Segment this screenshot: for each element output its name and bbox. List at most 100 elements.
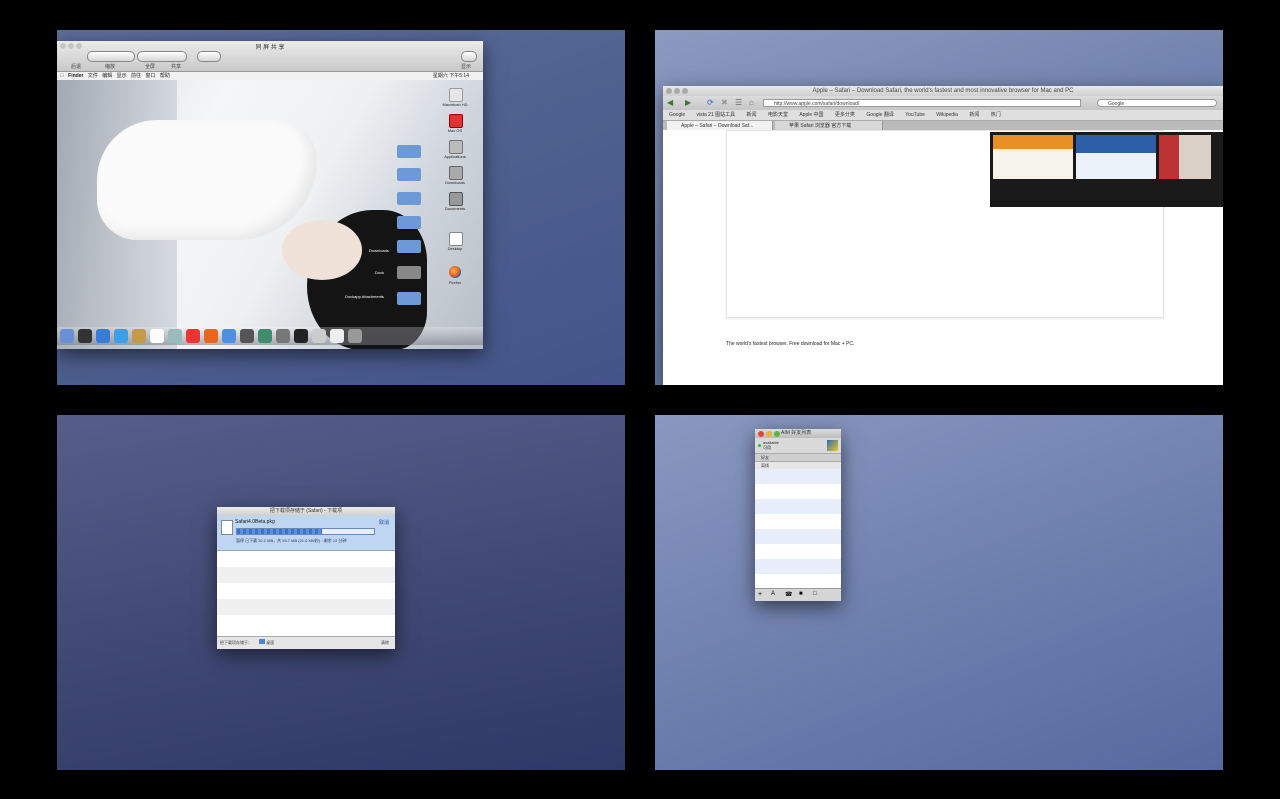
bookmark-item[interactable]: Google [669, 112, 685, 118]
top-site-thumbnail[interactable] [993, 135, 1073, 179]
group-header[interactable]: 好友 [755, 453, 841, 461]
stack-label: Dockapp Attachments [345, 294, 384, 299]
download-cancel-button[interactable]: 取消 [379, 519, 389, 526]
bookmark-item[interactable]: 新闻 [969, 112, 979, 118]
back-icon[interactable]: ◀ [667, 98, 673, 107]
zoom-button-group[interactable] [137, 51, 187, 62]
close-icon[interactable] [758, 431, 764, 437]
finder-icon[interactable] [60, 329, 74, 343]
reload-icon[interactable]: ⟳ [707, 98, 714, 107]
drive-icon[interactable] [449, 192, 463, 206]
downloads-stack-icon[interactable] [312, 329, 326, 343]
drive-icon[interactable] [449, 166, 463, 180]
space-3[interactable]: 把下载项存储于 (Safari) - 下载项 Safari4.0Beta.pkg… [57, 415, 625, 770]
menu-window[interactable]: 窗口 [145, 73, 155, 79]
bookmark-item[interactable]: YouTube [905, 112, 925, 118]
remote-desktop[interactable]: Macintosh HD Mac OS Applications Downloa… [57, 80, 483, 349]
menu-app[interactable]: Finder [68, 73, 83, 79]
share-button[interactable] [197, 51, 221, 62]
bookmark-item[interactable]: 新闻 [747, 112, 757, 118]
screen-sharing-window[interactable]: 同 屏 共 享 后退 缩放 全屏 共享 显示  Finder 文件 编辑 显示… [57, 41, 483, 349]
bookmark-item[interactable]: Google 翻译 [866, 112, 894, 118]
space-2[interactable]: Apple – Safari – Download Safari, the wo… [655, 30, 1223, 385]
home-icon[interactable]: ⌂ [749, 98, 754, 107]
space-4[interactable]: AIM 好友列表 available 可用 好友 离线 + A ☎ ■ □ [655, 415, 1223, 770]
menu-file[interactable]: 文件 [88, 73, 98, 79]
top-site-thumbnail[interactable] [1076, 135, 1156, 179]
spaces-icon[interactable] [240, 329, 254, 343]
address-book-icon[interactable] [132, 329, 146, 343]
display-button[interactable] [461, 51, 477, 62]
space-1[interactable]: 同 屏 共 享 后退 缩放 全屏 共享 显示  Finder 文件 编辑 显示… [57, 30, 625, 385]
download-item[interactable]: Safari4.0Beta.pkg 取消 暂停 已下载 32.1 MB，共 53… [217, 516, 395, 551]
downloads-window[interactable]: 把下载项存储于 (Safari) - 下载项 Safari4.0Beta.pkg… [217, 507, 395, 649]
bookmark-item[interactable]: Wikipedia [936, 112, 958, 118]
bookmark-item[interactable]: vista 21 图站工具 [697, 112, 736, 118]
menu-go[interactable]: 前往 [131, 73, 141, 79]
forward-icon[interactable]: ▶ [685, 98, 691, 107]
web-content[interactable]: The world's fastest browser. Free downlo… [663, 130, 1223, 385]
audio-chat-icon[interactable]: ☎ [785, 591, 792, 598]
drive-icon[interactable] [449, 114, 463, 128]
stack-folder-icon[interactable] [397, 216, 421, 229]
bookmarks-icon[interactable]: ☰ [735, 98, 742, 107]
bookmark-item[interactable]: 热门 [991, 112, 1001, 118]
stack-folder-icon[interactable] [397, 292, 421, 305]
minimize-icon[interactable] [766, 431, 772, 437]
group-subheader[interactable]: 离线 [755, 461, 841, 469]
safari-window[interactable]: Apple – Safari – Download Safari, the wo… [663, 86, 1223, 385]
firefox-icon[interactable] [449, 266, 461, 278]
stop-icon[interactable]: ✖ [721, 98, 728, 107]
zoom-icon[interactable] [682, 88, 688, 94]
stack-folder-icon[interactable] [397, 168, 421, 181]
safari-icon[interactable] [114, 329, 128, 343]
ical-icon[interactable] [150, 329, 164, 343]
firefox-icon[interactable] [204, 329, 218, 343]
toolbar-label-display: 显示 [461, 64, 472, 70]
top-site-thumbnail[interactable] [1159, 135, 1211, 179]
dashboard-icon[interactable] [78, 329, 92, 343]
stack-folder-icon[interactable] [397, 192, 421, 205]
activity-monitor-icon[interactable] [294, 329, 308, 343]
menu-edit[interactable]: 编辑 [102, 73, 112, 79]
screen-share-icon[interactable]: □ [813, 591, 817, 597]
stack-folder-icon[interactable] [397, 266, 421, 279]
bookmark-item[interactable]: Apple 中国 [799, 112, 823, 118]
app-store-icon[interactable] [222, 329, 236, 343]
bookmark-item[interactable]: 更多分类 [835, 112, 855, 118]
list-row [755, 514, 841, 529]
status-area[interactable]: available 可用 [755, 438, 841, 453]
address-field[interactable]: http://www.apple.com/safari/download/ [763, 99, 1081, 107]
mail-icon[interactable] [96, 329, 110, 343]
stack-folder-icon[interactable] [397, 145, 421, 158]
photo-icon[interactable] [168, 329, 182, 343]
bookmark-item[interactable]: 电影天堂 [768, 112, 788, 118]
qq-icon[interactable] [186, 329, 200, 343]
buddy-list-titlebar: AIM 好友列表 [755, 429, 841, 438]
menu-help[interactable]: 帮助 [160, 73, 170, 79]
buddy-picture[interactable] [827, 440, 838, 451]
drive-icon[interactable] [449, 140, 463, 154]
preferences-icon[interactable] [276, 329, 290, 343]
nav-button-group[interactable] [87, 51, 135, 62]
buddy-list-window[interactable]: AIM 好友列表 available 可用 好友 离线 + A ☎ ■ □ [755, 429, 841, 601]
hd-icon[interactable] [449, 88, 463, 102]
top-sites-preview[interactable] [990, 132, 1223, 207]
minimize-icon[interactable] [674, 88, 680, 94]
zoom-icon[interactable] [774, 431, 780, 437]
download-progress-fill [237, 529, 322, 534]
video-chat-icon[interactable]: ■ [799, 591, 803, 597]
document-icon[interactable] [330, 329, 344, 343]
clear-button[interactable]: 清除 [381, 637, 389, 649]
add-buddy-icon[interactable]: + [758, 591, 762, 598]
itunes-icon[interactable] [258, 329, 272, 343]
save-location-folder[interactable]: 桌面 [266, 640, 274, 645]
text-chat-icon[interactable]: A [771, 591, 775, 597]
file-icon[interactable] [449, 232, 463, 246]
apple-icon[interactable]:  [60, 73, 64, 79]
menu-view[interactable]: 显示 [117, 73, 127, 79]
close-icon[interactable] [666, 88, 672, 94]
trash-icon[interactable] [348, 329, 362, 343]
stack-folder-icon[interactable] [397, 240, 421, 253]
search-field[interactable]: Google [1097, 99, 1217, 107]
